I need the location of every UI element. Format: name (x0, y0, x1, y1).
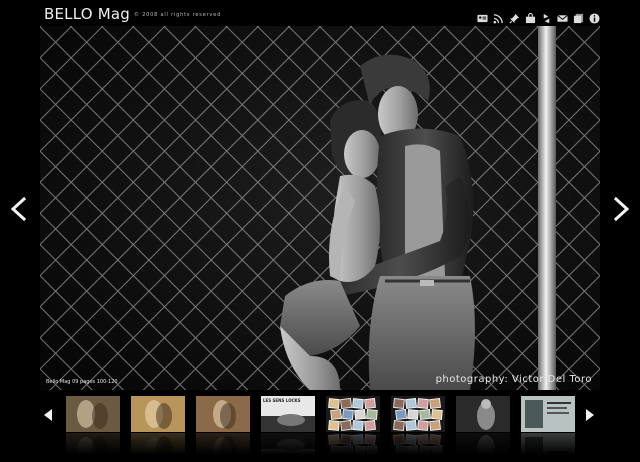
thumbnail-item[interactable] (66, 396, 120, 460)
thumbnail-item[interactable] (456, 396, 510, 460)
thumbnail-list: LES SENS LOCKS (66, 396, 576, 460)
thumbnail-item[interactable] (391, 396, 445, 460)
photo-caption-pages: Bello Mag 09 pages 100-120 (46, 379, 118, 385)
header-bar: BELLO Mag © 2008 all rights reserved (0, 0, 640, 26)
triangle-left-icon (44, 409, 52, 421)
photo-credit: photography: Victor Del Toro (435, 374, 592, 385)
triangle-right-icon (586, 409, 594, 421)
thumbnails-prev-button[interactable] (42, 408, 54, 422)
thumbnail-item[interactable] (196, 396, 250, 460)
brand-logo[interactable]: BELLO Mag (44, 5, 130, 23)
previous-photo-button[interactable] (8, 196, 30, 222)
thumbnail-image (456, 396, 510, 432)
thumbnail-item[interactable] (326, 396, 380, 460)
thumbnail-image (391, 396, 445, 432)
thumbnail-reflection (521, 433, 575, 455)
chevron-right-icon (613, 196, 630, 222)
thumbnail-image (196, 396, 250, 432)
contact-card-icon[interactable] (477, 13, 488, 24)
thumbnail-image (326, 396, 380, 432)
thumbnail-reflection (131, 433, 185, 455)
thumbnail-strip: LES SENS LOCKS (0, 390, 640, 462)
photo-image (40, 26, 600, 390)
pin-icon[interactable] (509, 13, 520, 24)
thumbnail-reflection (66, 433, 120, 455)
thumbnails-next-button[interactable] (584, 408, 596, 422)
thumbnail-label: LES SENS LOCKS (263, 398, 301, 403)
thumbnail-reflection (456, 433, 510, 455)
shop-bag-icon[interactable] (525, 12, 536, 24)
thumbnail-item[interactable]: LES SENS LOCKS (261, 396, 315, 460)
next-photo-button[interactable] (610, 196, 632, 222)
copyright-text: © 2008 all rights reserved (134, 12, 222, 18)
thumbnail-reflection (261, 433, 315, 455)
thumbnail-item[interactable] (131, 396, 185, 460)
mail-icon[interactable] (557, 13, 568, 24)
toolbar (477, 12, 600, 24)
thumbnail-reflection (326, 433, 380, 455)
share-icon[interactable] (541, 13, 552, 24)
pages-icon[interactable] (573, 13, 584, 24)
chevron-left-icon (10, 196, 27, 222)
thumbnail-image (131, 396, 185, 432)
thumbnail-reflection (196, 433, 250, 455)
thumbnail-reflection (391, 433, 445, 455)
thumbnail-image (66, 396, 120, 432)
main-photo[interactable]: Bello Mag 09 pages 100-120 photography: … (40, 26, 600, 390)
thumbnail-item[interactable] (521, 396, 575, 460)
info-icon[interactable] (589, 12, 600, 24)
thumbnail-image (521, 396, 575, 432)
rss-icon[interactable] (493, 13, 504, 24)
